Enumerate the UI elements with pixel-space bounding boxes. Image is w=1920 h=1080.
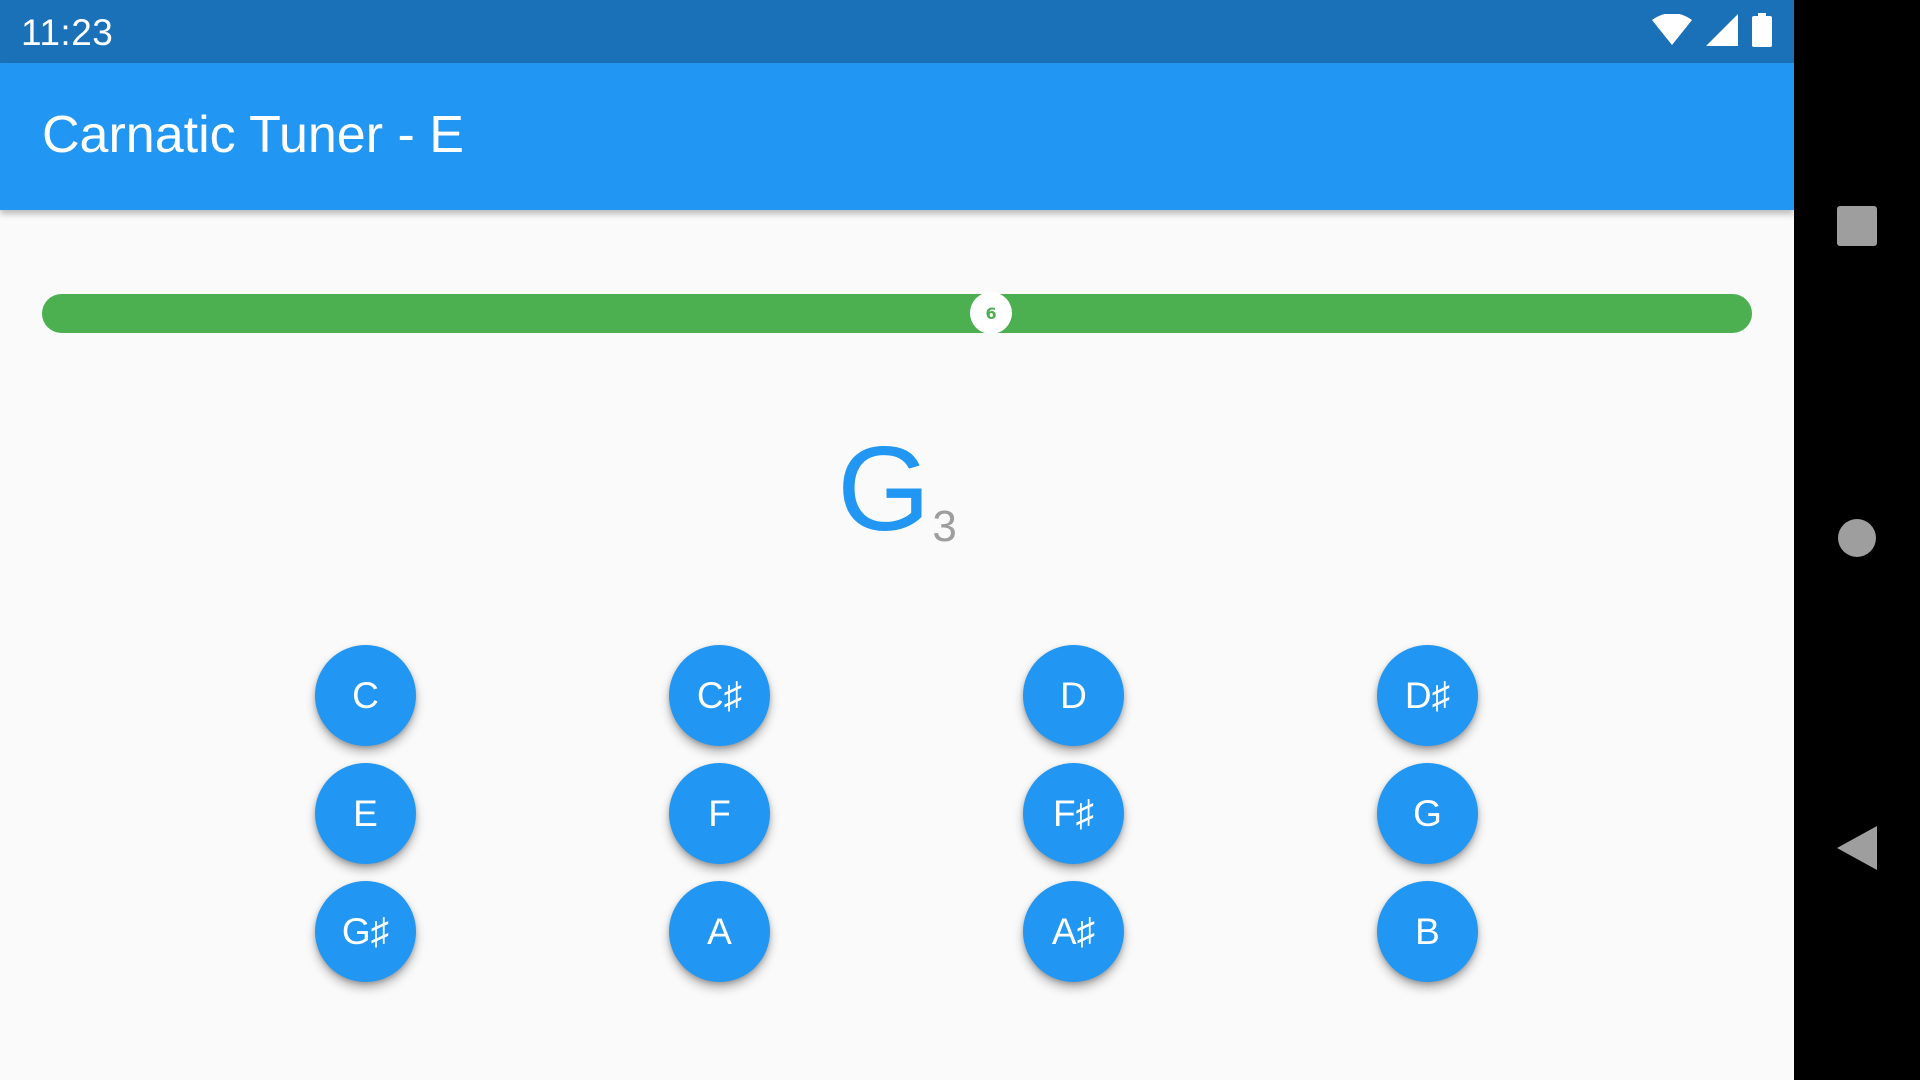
detected-note: G3 [0, 420, 1794, 558]
note-button[interactable]: G [1377, 763, 1478, 864]
cell-signal-icon [1706, 13, 1738, 51]
wifi-icon [1652, 12, 1692, 51]
status-icons [1652, 12, 1772, 52]
note-button[interactable]: A♯ [1023, 881, 1124, 982]
note-button[interactable]: E [315, 763, 416, 864]
recents-icon [1837, 205, 1877, 251]
note-button[interactable]: C [315, 645, 416, 746]
note-button[interactable]: F♯ [1023, 763, 1124, 864]
home-button[interactable] [1794, 480, 1920, 600]
app-bar: Carnatic Tuner - E [0, 63, 1794, 210]
status-bar: 11:23 [0, 0, 1794, 63]
battery-icon [1752, 12, 1772, 52]
note-button[interactable]: C♯ [669, 645, 770, 746]
back-icon [1837, 825, 1877, 875]
app-screen: 11:23 Carnatic Tuner - E 6 G3 C C♯ D D♯ … [0, 0, 1794, 1080]
back-button[interactable] [1794, 790, 1920, 910]
note-name: G [837, 422, 931, 556]
tuner-slider[interactable]: 6 [42, 292, 1752, 334]
note-octave: 3 [932, 502, 957, 551]
note-button[interactable]: G♯ [315, 881, 416, 982]
note-button[interactable]: B [1377, 881, 1478, 982]
status-time: 11:23 [21, 12, 114, 53]
home-icon [1837, 518, 1877, 563]
recents-button[interactable] [1794, 168, 1920, 288]
navigation-bar [1794, 0, 1920, 1080]
note-button[interactable]: D♯ [1377, 645, 1478, 746]
tuner-thumb[interactable]: 6 [970, 292, 1013, 334]
app-title: Carnatic Tuner - E [42, 106, 464, 164]
note-button[interactable]: F [669, 763, 770, 864]
note-button[interactable]: D [1023, 645, 1124, 746]
note-button[interactable]: A [669, 881, 770, 982]
